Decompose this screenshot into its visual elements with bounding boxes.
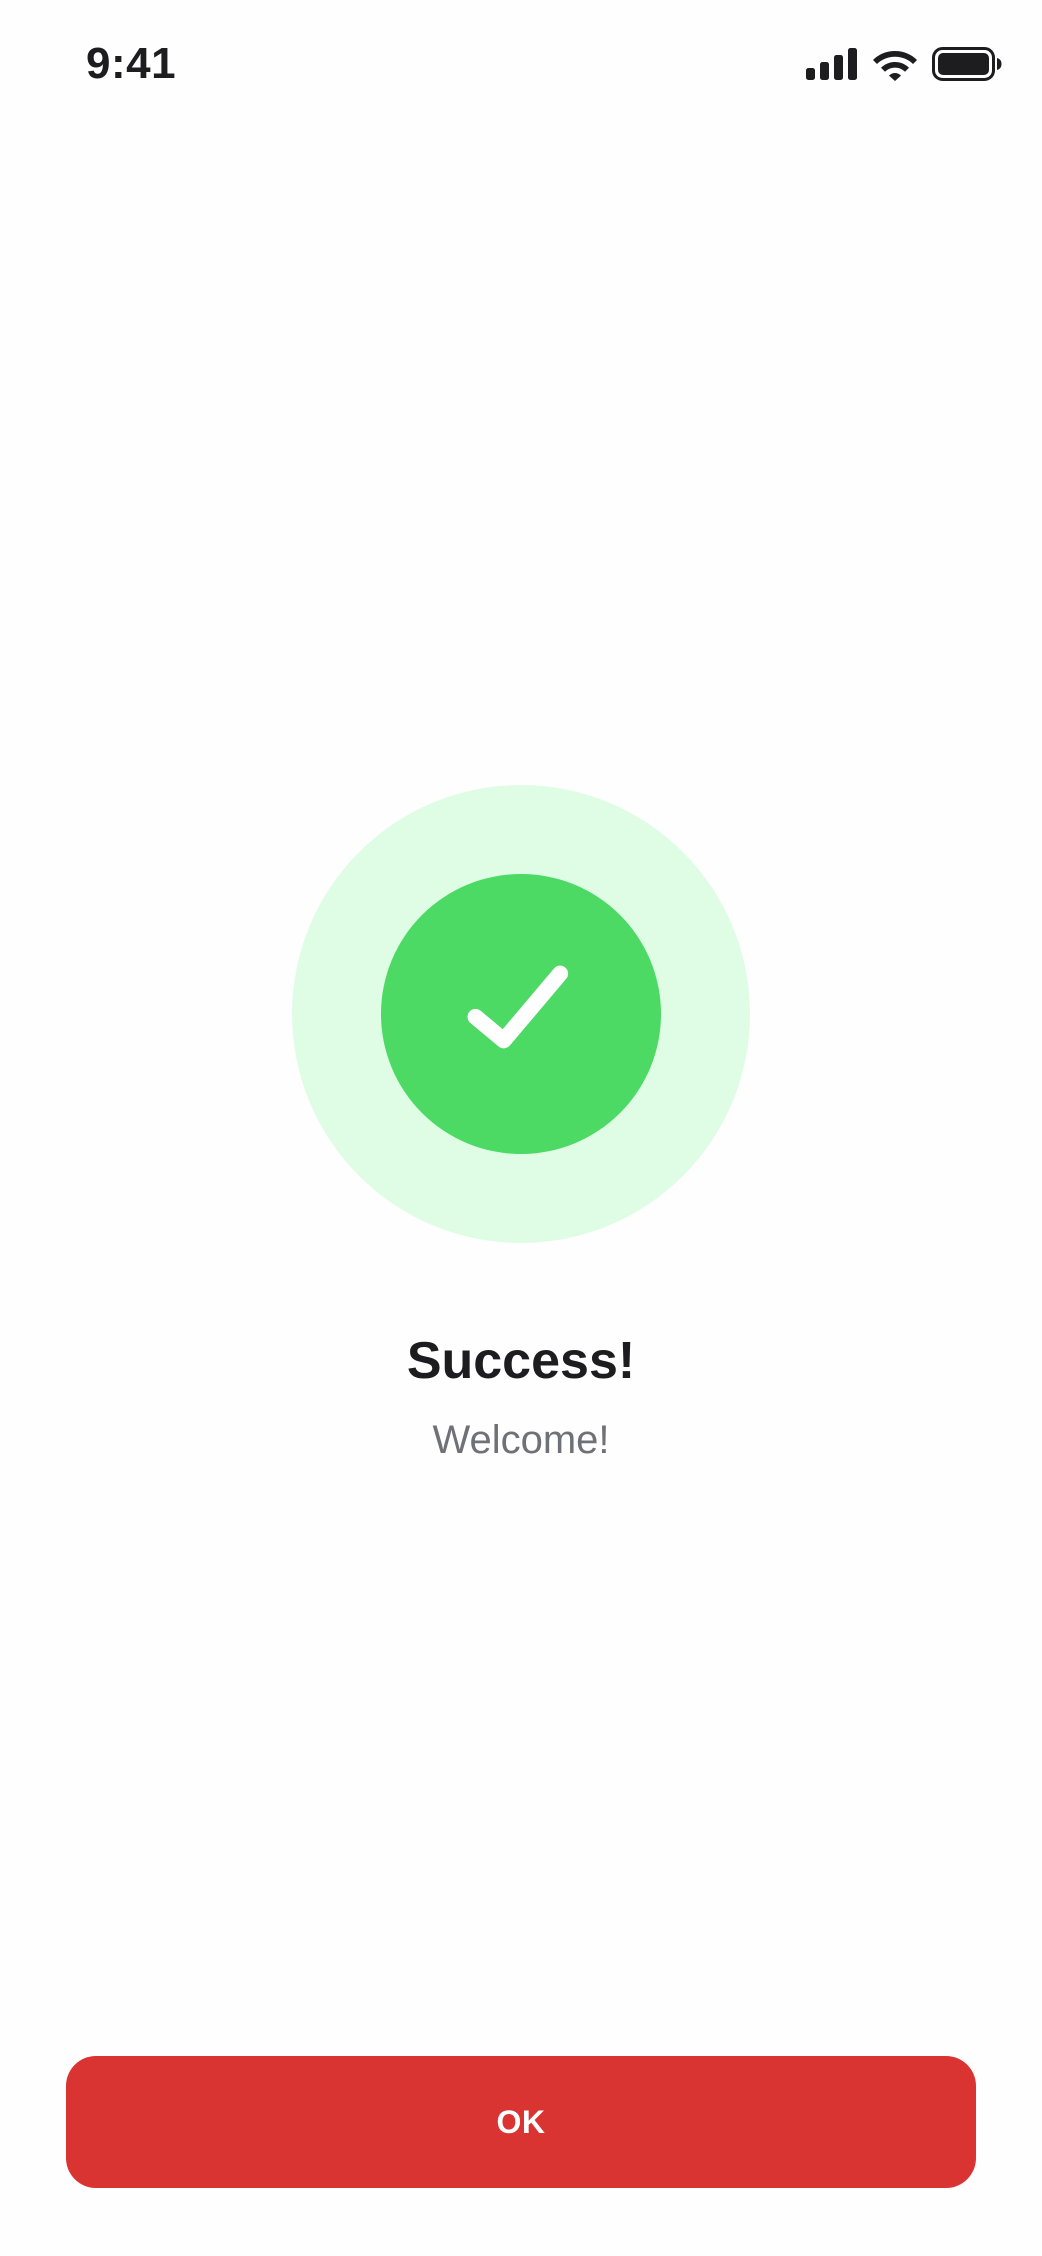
success-subtitle: Welcome!: [432, 1418, 610, 1462]
wifi-icon: [872, 47, 918, 81]
success-badge: [381, 874, 661, 1154]
status-bar: 9:41: [0, 0, 1042, 130]
success-title: Success!: [406, 1332, 636, 1390]
success-badge-halo: [292, 785, 750, 1243]
battery-icon: [932, 47, 1002, 81]
ok-button[interactable]: OK: [66, 2056, 976, 2188]
status-icons: [806, 44, 1002, 84]
status-time: 9:41: [86, 39, 177, 88]
success-screen: 9:41 Success! Welcome! OK: [0, 0, 1042, 2256]
cellular-signal-icon: [806, 48, 858, 80]
checkmark-icon: [466, 962, 576, 1067]
